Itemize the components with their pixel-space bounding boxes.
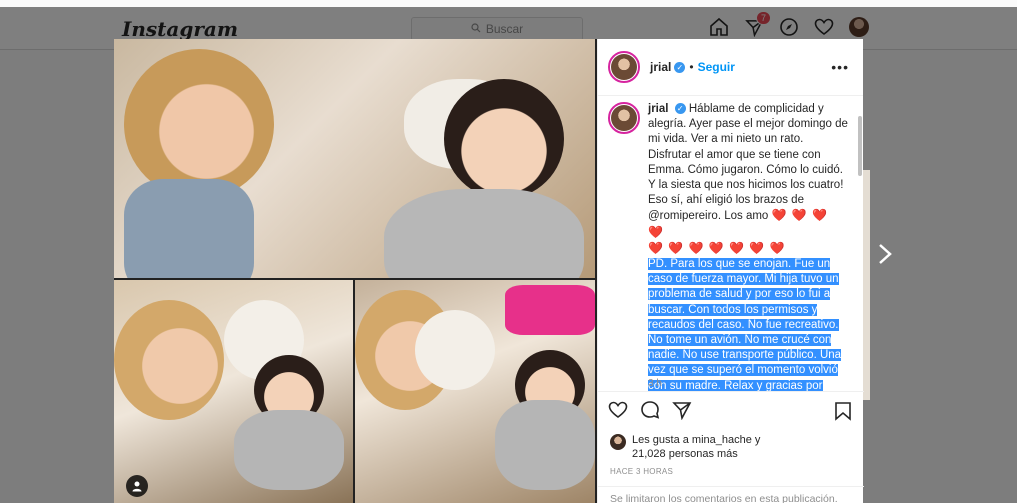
boy-figure: [444, 79, 564, 199]
post-header: jrial ✓ • Seguir •••: [598, 39, 863, 96]
verified-badge-icon: ✓: [674, 103, 686, 115]
comment-icon[interactable]: [640, 400, 660, 425]
post-sidebar: jrial ✓ • Seguir ••• jrial ✓ Háblame de …: [597, 39, 864, 503]
photo-top: [114, 39, 595, 278]
caption-text: jrial ✓ Háblame de complicidad y alegría…: [648, 102, 848, 391]
like-heart-icon[interactable]: [608, 400, 628, 425]
post-actions: Les gusta a mina_hache y 21,028 personas…: [598, 391, 864, 476]
stool-fur-shape: [415, 310, 495, 390]
tagged-users-icon[interactable]: [126, 475, 148, 497]
caption-intro: Háblame de complicidad y alegría. Ayer p…: [648, 103, 848, 223]
caption: jrial ✓ Háblame de complicidad y alegría…: [608, 102, 848, 391]
likes-line-2: 21,028 personas más: [632, 448, 738, 460]
boy-sweater-shape: [384, 189, 584, 278]
caption-username[interactable]: jrial: [648, 103, 668, 115]
action-icons: [598, 392, 864, 425]
separator-dot: •: [689, 60, 694, 74]
likes-text: Les gusta a mina_hache y 21,028 personas…: [632, 433, 760, 461]
girl-figure: [124, 49, 274, 199]
pink-object-shape: [505, 285, 595, 335]
more-options-icon[interactable]: •••: [831, 59, 849, 75]
verified-badge-icon: ✓: [674, 61, 686, 73]
post-timestamp[interactable]: HACE 3 HORAS: [598, 461, 864, 476]
author-username[interactable]: jrial: [650, 60, 671, 74]
caption-timestamp: 3 h: [648, 378, 662, 389]
photo-bottom-right: [355, 280, 595, 503]
boy-sweater-shape: [234, 410, 344, 490]
share-icon[interactable]: [672, 400, 692, 425]
post-photo-collage[interactable]: [114, 39, 597, 503]
boy-sweater-shape: [495, 400, 595, 490]
caption-author-avatar[interactable]: [608, 102, 640, 134]
hearts-emoji-row: ❤️ ❤️ ❤️ ❤️ ❤️ ❤️ ❤️: [648, 240, 786, 255]
photo-bottom-left: [114, 280, 353, 503]
caption-scrollbar[interactable]: [858, 116, 862, 176]
likes-line-1: Les gusta a mina_hache y: [632, 434, 761, 446]
girl-figure: [114, 300, 224, 420]
save-bookmark-icon[interactable]: [834, 401, 852, 426]
follow-button[interactable]: Seguir: [698, 60, 735, 74]
background-post-thumbnail: [863, 170, 870, 400]
girl-dress-shape: [124, 179, 254, 278]
caption-scroll-area[interactable]: jrial ✓ Háblame de complicidad y alegría…: [598, 96, 864, 391]
likes-summary[interactable]: Les gusta a mina_hache y 21,028 personas…: [598, 425, 864, 461]
caption-highlighted-text: PD. Para los que se enojan. Fue un caso …: [648, 258, 842, 391]
next-post-arrow-icon[interactable]: [878, 243, 892, 271]
post-modal: jrial ✓ • Seguir ••• jrial ✓ Háblame de …: [114, 39, 864, 503]
comments-limited-notice: Se limitaron los comentarios en esta pub…: [598, 486, 864, 503]
author-avatar[interactable]: [608, 51, 640, 83]
liker-avatar: [610, 434, 626, 450]
